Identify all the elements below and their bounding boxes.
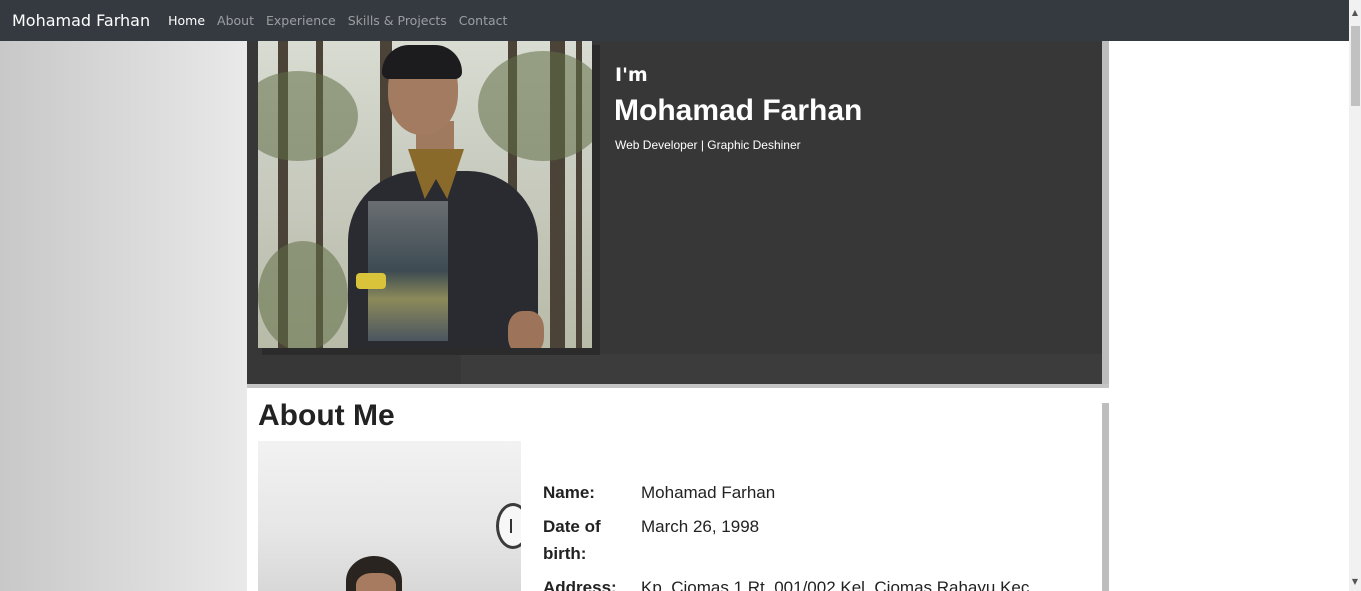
- dob-value: March 26, 1998: [641, 517, 760, 536]
- hero-shadow: [1102, 41, 1109, 387]
- hero-bottom-strip: [461, 354, 1102, 384]
- hero-shadow-bottom: [247, 384, 1109, 388]
- about-title: About Me: [258, 399, 395, 432]
- brand-link[interactable]: Mohamad Farhan: [12, 11, 150, 30]
- nav-link-experience[interactable]: Experience: [266, 13, 336, 28]
- hero-intro: I'm: [615, 64, 648, 86]
- hero-role: Web Developer | Graphic Deshiner: [615, 138, 801, 152]
- nav-link-contact[interactable]: Contact: [459, 13, 508, 28]
- nav-link-home[interactable]: Home: [168, 13, 205, 28]
- scroll-down-icon[interactable]: ▼: [1349, 575, 1361, 589]
- profile-photo: [258, 41, 592, 348]
- clock-icon: [496, 503, 521, 549]
- top-navbar: Mohamad Farhan Home About Experience Ski…: [0, 0, 1349, 41]
- name-label: Name:: [543, 483, 595, 502]
- scrollbar-thumb[interactable]: [1351, 26, 1360, 106]
- name-value: Mohamad Farhan: [641, 483, 776, 502]
- address-value: Kp. Ciomas 1 Rt. 001/002 Kel. Ciomas Rah…: [641, 578, 1035, 591]
- dob-label: Date of birth:: [543, 517, 601, 563]
- about-photo: [258, 441, 521, 591]
- address-label: Address:: [543, 578, 617, 591]
- nav-link-skills-projects[interactable]: Skills & Projects: [348, 13, 447, 28]
- hero-name: Mohamad Farhan: [614, 94, 863, 127]
- scroll-up-icon[interactable]: ▲: [1349, 6, 1361, 20]
- nav-link-about[interactable]: About: [217, 13, 254, 28]
- about-shadow: [1102, 403, 1109, 591]
